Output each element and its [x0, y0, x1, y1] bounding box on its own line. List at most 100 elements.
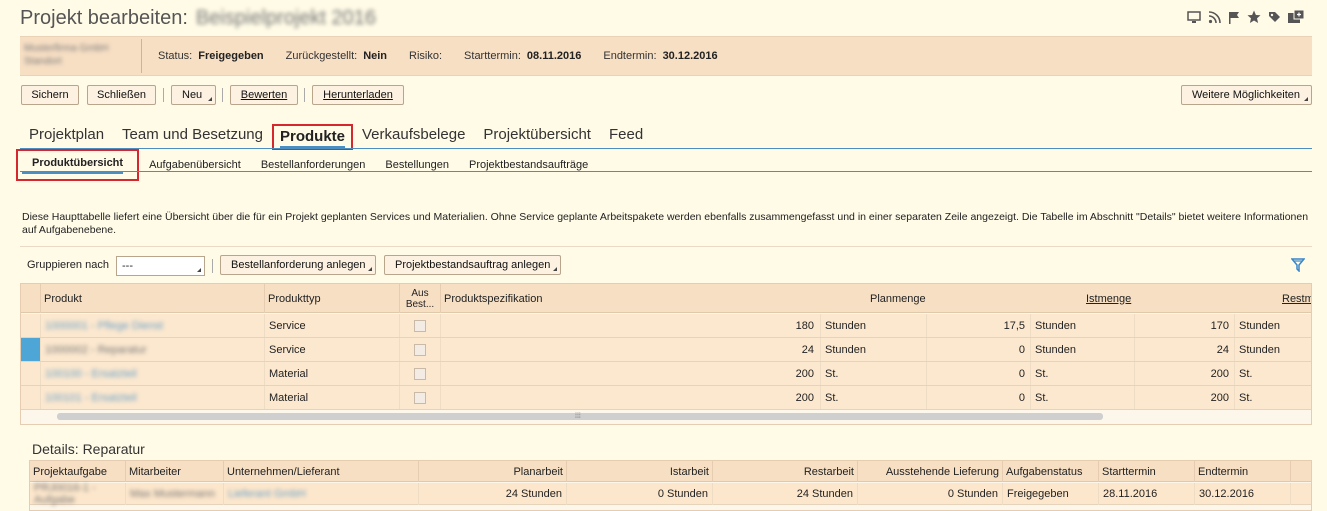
- col-unternehmen-lieferant[interactable]: Unternehmen/Lieferant: [223, 461, 418, 482]
- row-selector[interactable]: [21, 386, 40, 409]
- tab-feed[interactable]: Feed: [600, 126, 652, 148]
- tab-verkaufsbelege[interactable]: Verkaufsbelege: [353, 126, 474, 148]
- screen-icon[interactable]: [1187, 10, 1201, 24]
- subtab-aufgabenuebersicht[interactable]: Aufgabenübersicht: [139, 159, 251, 171]
- cell-planmenge: 200: [795, 391, 814, 404]
- add-window-icon[interactable]: [1287, 10, 1305, 24]
- col-aufgabenstatus[interactable]: Aufgabenstatus: [1002, 461, 1098, 482]
- status-value: Freigegeben: [198, 50, 264, 62]
- col-produktspezifikation[interactable]: Produktspezifikation: [440, 284, 820, 313]
- col-planarbeit[interactable]: Planarbeit: [418, 461, 566, 482]
- flag-icon[interactable]: [1227, 10, 1241, 24]
- cell-unternehmen-lieferant[interactable]: Lieferant GmbH: [223, 483, 418, 505]
- col-produkttyp[interactable]: Produkttyp: [264, 284, 399, 313]
- cell-aus-bestand: [399, 314, 440, 337]
- product-link[interactable]: 100101 - Ersatzteil: [45, 392, 137, 404]
- subtab-bestellungen[interactable]: Bestellungen: [375, 159, 459, 171]
- supplier-link[interactable]: Lieferant GmbH: [228, 488, 306, 500]
- table-header-row: Produkt Produkttyp Aus Best... Produktsp…: [21, 284, 1311, 313]
- table-row[interactable]: 1000001 - Pflege Dienst Service 180 Stun…: [21, 314, 1311, 338]
- dropdown-arrow-icon: [1304, 97, 1308, 101]
- col-starttermin[interactable]: Starttermin: [1098, 461, 1194, 482]
- cell-planmenge: 180: [795, 319, 814, 332]
- group-by-label: Gruppieren nach: [27, 259, 109, 271]
- tab-projektuebersicht[interactable]: Projektübersicht: [474, 126, 600, 148]
- product-link[interactable]: 1000002 - Reparatur: [45, 344, 147, 356]
- title-toolbar: [1187, 10, 1305, 24]
- group-by-value: ---: [122, 260, 133, 272]
- horizontal-scrollbar[interactable]: ⁞⁞⁞: [57, 413, 1103, 420]
- organization-info: Musterfirma GmbH Standort: [24, 39, 142, 73]
- toolbar-separator: [212, 259, 213, 273]
- cell-starttermin: 28.11.2016: [1098, 483, 1194, 505]
- cell-istmenge-unit: St.: [1030, 386, 1134, 409]
- col-produkt[interactable]: Produkt: [40, 284, 264, 313]
- create-purchase-requisition-button[interactable]: Bestellanforderung anlegen: [220, 255, 376, 275]
- cell-istmenge: 0: [926, 362, 1030, 385]
- col-aus-bestand[interactable]: Aus Best...: [399, 284, 440, 313]
- save-button[interactable]: Sichern: [21, 85, 79, 105]
- cell-produkt[interactable]: 100101 - Ersatzteil: [40, 386, 264, 409]
- col-projektaufgabe[interactable]: Projektaufgabe: [30, 461, 125, 482]
- create-project-stock-order-button[interactable]: Projektbestandsauftrag anlegen: [384, 255, 561, 275]
- tab-team-und-besetzung[interactable]: Team und Besetzung: [113, 126, 272, 148]
- col-aus-bestand-line2: Best...: [405, 298, 435, 310]
- starttermin-label: Starttermin:: [464, 50, 521, 62]
- cell-restmenge: 170: [1134, 314, 1234, 337]
- cell-aus-bestand: [399, 338, 440, 361]
- details-title: Details: Reparatur: [32, 441, 145, 457]
- col-istarbeit[interactable]: Istarbeit: [566, 461, 712, 482]
- col-restmenge[interactable]: Restmenge: [1279, 284, 1311, 313]
- table-row[interactable]: 100100 - Ersatzteil Material 200 St. 0 S…: [21, 362, 1311, 386]
- cell-aus-bestand: [399, 362, 440, 385]
- toolbar-separator: [304, 88, 305, 102]
- subtab-produktuebersicht[interactable]: Produktübersicht: [16, 149, 140, 181]
- rss-icon[interactable]: [1207, 10, 1221, 24]
- row-selector[interactable]: [21, 314, 40, 337]
- cell-restarbeit: 24 Stunden: [712, 483, 857, 505]
- cell-restmenge-unit: Stunden: [1234, 338, 1311, 361]
- row-selector[interactable]: [21, 362, 40, 385]
- col-restarbeit[interactable]: Restarbeit: [712, 461, 857, 482]
- tab-projektplan[interactable]: Projektplan: [20, 126, 113, 148]
- filter-icon[interactable]: [1291, 258, 1305, 272]
- group-by-select[interactable]: ---: [116, 256, 205, 276]
- dropdown-arrow-icon: [553, 267, 557, 271]
- table-row[interactable]: 100101 - Ersatzteil Material 200 St. 0 S…: [21, 386, 1311, 410]
- employee-name: Max Mustermann: [130, 488, 215, 500]
- more-options-button[interactable]: Weitere Möglichkeiten: [1181, 85, 1312, 105]
- tabs-divider: [20, 148, 1312, 149]
- details-row[interactable]: PRJ0016-1 - Aufgabe Max Mustermann Liefe…: [30, 482, 1311, 506]
- table-row-selected[interactable]: 1000002 - Reparatur Service 24 Stunden 0…: [21, 338, 1311, 362]
- col-planmenge[interactable]: Planmenge: [867, 284, 967, 313]
- col-endtermin[interactable]: Endtermin: [1194, 461, 1290, 482]
- risiko-label: Risiko:: [409, 50, 443, 62]
- close-button[interactable]: Schließen: [87, 85, 156, 105]
- cell-produkt[interactable]: 1000001 - Pflege Dienst: [40, 314, 264, 337]
- aus-bestand-checkbox: [414, 343, 426, 356]
- cell-mitarbeiter: Max Mustermann: [125, 483, 223, 505]
- product-link[interactable]: 1000001 - Pflege Dienst: [45, 320, 163, 332]
- cell-istmenge-unit: St.: [1030, 362, 1134, 385]
- new-menu-button[interactable]: Neu: [171, 85, 216, 105]
- col-istmenge[interactable]: Istmenge: [1083, 284, 1183, 313]
- download-button[interactable]: Herunterladen: [312, 85, 404, 105]
- starttermin-value: 08.11.2016: [526, 50, 582, 62]
- main-tabs: Projektplan Team und Besetzung Produkte …: [20, 122, 652, 150]
- subtab-projektbestandsauftraege[interactable]: Projektbestandsaufträge: [459, 159, 598, 171]
- evaluate-button[interactable]: Bewerten: [230, 85, 298, 105]
- col-ausstehende-lieferung[interactable]: Ausstehende Lieferung: [857, 461, 1002, 482]
- subtab-bestellanforderungen[interactable]: Bestellanforderungen: [251, 159, 376, 171]
- table-description: Diese Haupttabelle liefert eine Übersich…: [22, 211, 1309, 236]
- row-selector[interactable]: [21, 338, 40, 361]
- tab-produkte[interactable]: Produkte: [271, 124, 353, 150]
- col-mitarbeiter[interactable]: Mitarbeiter: [125, 461, 223, 482]
- tag-icon[interactable]: [1267, 10, 1281, 24]
- cell-produkt[interactable]: 1000002 - Reparatur: [40, 338, 264, 361]
- project-attributes: Status: Freigegeben Zurückgestellt: Nein…: [158, 50, 734, 62]
- aus-bestand-checkbox: [414, 319, 426, 332]
- create-purchase-requisition-label: Bestellanforderung anlegen: [231, 259, 366, 271]
- star-icon[interactable]: [1247, 10, 1261, 24]
- cell-produkt[interactable]: 100100 - Ersatzteil: [40, 362, 264, 385]
- product-link[interactable]: 100100 - Ersatzteil: [45, 368, 137, 380]
